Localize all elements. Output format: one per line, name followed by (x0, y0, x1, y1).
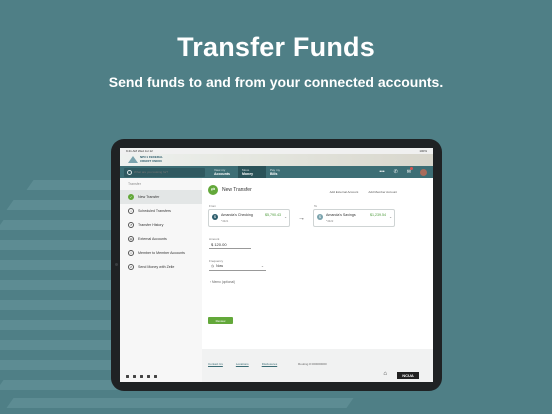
content-area: Transfer ✓ New Transfer ▪ Scheduled Tran… (120, 178, 433, 382)
frequency-label: Frequency (209, 259, 224, 263)
sidebar-item-scheduled[interactable]: ▪ Scheduled Transfers (120, 204, 202, 218)
search-icon (127, 169, 132, 175)
routing-number: Routing # 000000000 (298, 362, 327, 366)
transfer-arrows-icon: ⇄ (208, 185, 218, 195)
facebook-icon[interactable] (126, 375, 129, 378)
notification-badge (409, 167, 413, 170)
to-account-name: Amanda's Savings (326, 213, 356, 217)
member-icon: ⚇ (128, 250, 134, 256)
disclosures-link[interactable]: Disclosures (262, 362, 278, 366)
equal-housing-icon: ⌂ (383, 371, 387, 377)
app-screen: 9:41 AM Wed Jul 12 100% NPC1 FEDERAL CRE… (120, 148, 433, 382)
zelle-icon: Z (128, 264, 134, 270)
hero-subtitle: Send funds to and from your connected ac… (108, 74, 444, 90)
chevron-down-icon: ⌄ (284, 215, 287, 219)
savings-icon: $ (317, 214, 323, 220)
sidebar-heading: Transfer (128, 182, 141, 186)
frequency-select[interactable]: ◷ Now (211, 264, 223, 268)
transfer-header: ⇄ New Transfer (208, 185, 252, 195)
nav-tab-accounts[interactable]: View my Accounts (210, 166, 238, 178)
tablet-frame: 9:41 AM Wed Jul 12 100% NPC1 FEDERAL CRE… (111, 139, 442, 391)
header-actions: Add External Account Add Member Account (330, 190, 397, 194)
status-battery: 100% (419, 149, 427, 153)
phone-icon[interactable]: ✆ (394, 168, 398, 176)
contact-us-link[interactable]: Contact Us (208, 362, 223, 366)
to-account-select[interactable]: $ Amanda's Savings *4322 $1,239.54 ⌄ (313, 209, 395, 227)
nav-icons: ••• ✆ ✉ (379, 167, 427, 176)
brand-line2: CREDIT UNION (140, 158, 162, 163)
clock-icon: ◷ (211, 264, 215, 268)
front-camera (115, 263, 118, 266)
transfer-card: ⇄ New Transfer Add External Account Add … (202, 178, 433, 349)
frequency-underline (209, 270, 266, 271)
memo-toggle[interactable]: › Memo (optional) (210, 280, 235, 284)
review-button[interactable]: Review (208, 317, 233, 324)
dollar-icon: $ (212, 214, 218, 220)
hero-title: Transfer Funds (177, 32, 375, 62)
twitter-icon[interactable] (133, 375, 136, 378)
main-nav: View my Accounts Move Money Pay my Bills… (120, 166, 433, 178)
nav-tabs: View my Accounts Move Money Pay my Bills (210, 166, 294, 178)
history-icon: ↺ (128, 222, 134, 228)
linkedin-icon[interactable] (147, 375, 150, 378)
amount-underline (209, 248, 251, 249)
page-title: New Transfer (222, 187, 252, 193)
amount-label: Amount (209, 237, 220, 241)
credit-union-logo[interactable]: NPC1 FEDERAL CREDIT UNION (128, 155, 163, 163)
chevron-down-icon: ⌄ (261, 264, 264, 268)
from-account-balance: $5,790.43 (265, 213, 281, 217)
sidebar-item-new-transfer[interactable]: ✓ New Transfer (120, 190, 202, 204)
sidebar-item-zelle[interactable]: Z Send Money with Zelle (120, 260, 202, 274)
social-links (126, 375, 157, 378)
search-input[interactable] (134, 170, 194, 174)
search-box[interactable] (124, 167, 205, 177)
sidebar-item-member[interactable]: ⚇ Member to Member Accounts (120, 246, 202, 260)
add-member-account-link[interactable]: Add Member Account (368, 190, 397, 194)
from-label: From (209, 204, 216, 208)
main-panel: ⇄ New Transfer Add External Account Add … (202, 178, 433, 382)
amount-input[interactable]: $ 120.00 (211, 242, 227, 247)
more-icon[interactable]: ••• (379, 168, 384, 176)
add-external-account-link[interactable]: Add External Account (330, 190, 359, 194)
instagram-icon[interactable] (140, 375, 143, 378)
locations-link[interactable]: Locations (236, 362, 249, 366)
brand-bar: NPC1 FEDERAL CREDIT UNION (120, 154, 433, 166)
ncua-logo: NCUA (397, 372, 419, 379)
avatar[interactable] (420, 168, 427, 176)
from-account-name: Amanda's Checking (221, 213, 253, 217)
sidebar-item-external[interactable]: ▤ External Accounts (120, 232, 202, 246)
sidebar: Transfer ✓ New Transfer ▪ Scheduled Tran… (120, 178, 202, 382)
sidebar-item-history[interactable]: ↺ Transfer History (120, 218, 202, 232)
footer-links: Contact Us Locations Disclosures (208, 362, 277, 366)
bank-icon: ▤ (128, 236, 134, 242)
calendar-icon: ▪ (128, 208, 134, 214)
arrow-right-icon: → (298, 215, 305, 222)
messages-icon[interactable]: ✉ (407, 167, 413, 176)
chevron-right-icon: › (210, 280, 212, 284)
nav-tab-bills[interactable]: Pay my Bills (266, 166, 294, 178)
from-account-number: *4321 (221, 219, 229, 223)
status-time: 9:41 AM Wed Jul 12 (126, 149, 153, 153)
youtube-icon[interactable] (154, 375, 157, 378)
check-icon: ✓ (128, 194, 134, 200)
to-account-balance: $1,239.54 (370, 213, 386, 217)
to-account-number: *4322 (326, 219, 334, 223)
from-account-select[interactable]: $ Amanda's Checking *4321 $5,790.43 ⌄ (208, 209, 290, 227)
nav-tab-money[interactable]: Move Money (238, 166, 266, 178)
logo-mark-icon (128, 156, 138, 163)
chevron-down-icon: ⌄ (389, 215, 392, 219)
to-label: To (314, 204, 318, 208)
